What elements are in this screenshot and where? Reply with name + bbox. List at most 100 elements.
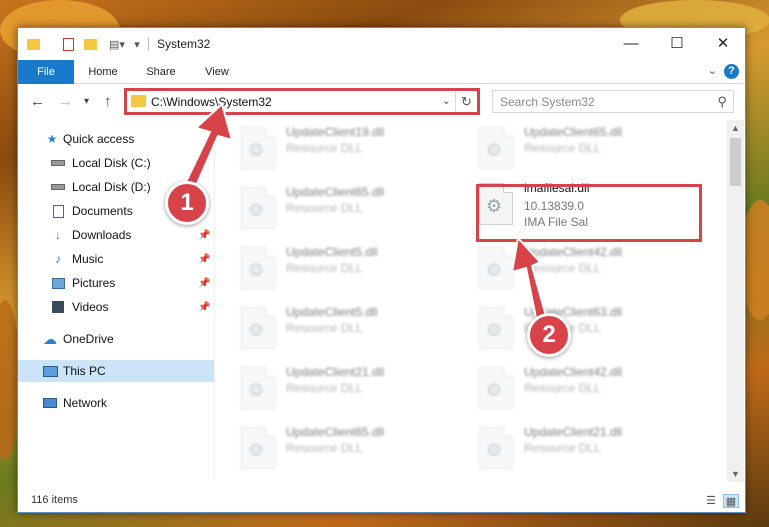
file-name: UpdateClient5.dll: [286, 305, 378, 319]
dll-file-icon: ⚙: [241, 127, 275, 169]
sidebar-item-music[interactable]: ♪ Music 📌: [18, 248, 214, 270]
dll-file-icon: ⚙: [241, 307, 275, 349]
file-name: UpdateClient21.dll: [286, 365, 385, 379]
sidebar-item-videos[interactable]: Videos 📌: [18, 296, 214, 318]
sidebar-item-label: Local Disk (D:): [72, 180, 151, 194]
tab-share[interactable]: Share: [138, 60, 184, 84]
dll-file-icon: ⚙: [479, 427, 513, 469]
ribbon-tabs: File Home Share View ⌄ ?: [18, 60, 745, 84]
file-name: UpdateClient65.dll: [286, 185, 385, 199]
pin-icon[interactable]: 📌: [198, 302, 210, 313]
sidebar-item-label: Documents: [72, 204, 133, 218]
details-view-icon[interactable]: ☰: [703, 494, 719, 508]
file-item[interactable]: ⚙ UpdateClient42.dll Resource DLL: [453, 239, 673, 297]
recent-locations-icon[interactable]: ▾: [84, 96, 89, 107]
sidebar-item-local-disk-c[interactable]: Local Disk (C:): [18, 152, 214, 174]
dll-file-icon: ⚙: [479, 307, 513, 349]
sidebar-item-label: OneDrive: [63, 332, 114, 346]
sidebar-item-network[interactable]: Network: [18, 392, 214, 414]
sidebar-item-pictures[interactable]: Pictures 📌: [18, 272, 214, 294]
sidebar-item-label: This PC: [63, 364, 106, 378]
sidebar-item-label: Pictures: [72, 276, 116, 290]
file-item[interactable]: ⚙ UpdateClient65.dll Resource DLL: [453, 120, 673, 177]
minimize-button[interactable]: —: [608, 28, 654, 58]
file-description: Resource DLL: [286, 441, 363, 455]
gear-icon: ⚙: [486, 140, 503, 160]
help-icon[interactable]: ?: [724, 64, 739, 79]
file-name: UpdateClient65.dll: [286, 425, 385, 439]
gear-icon: ⚙: [486, 380, 503, 400]
folder-icon: [26, 36, 40, 52]
gear-icon: ⚙: [248, 200, 265, 220]
address-row: ← → ▾ ↑ C:\Windows\System32 ⌄ ↻ Search S…: [18, 85, 745, 119]
pin-icon[interactable]: 📌: [198, 254, 210, 265]
sidebar-item-downloads[interactable]: ↓ Downloads 📌: [18, 224, 214, 246]
sidebar-item-this-pc[interactable]: This PC: [18, 360, 214, 382]
maximize-button[interactable]: ☐: [654, 28, 700, 58]
pin-icon[interactable]: 📌: [198, 230, 210, 241]
forward-arrow-icon[interactable]: →: [58, 93, 73, 110]
scroll-thumb[interactable]: [730, 138, 741, 186]
file-description: Resource DLL: [286, 261, 363, 275]
back-arrow-icon[interactable]: ←: [30, 93, 45, 110]
pin-icon[interactable]: 📌: [198, 278, 210, 289]
sidebar-item-label: Quick access: [63, 132, 135, 146]
qa-dropdown-icon[interactable]: ▾: [131, 36, 143, 52]
properties-icon[interactable]: [60, 36, 76, 52]
sidebar-item-label: Videos: [72, 300, 109, 314]
sidebar-item-label: Downloads: [72, 228, 132, 242]
file-item[interactable]: ⚙ UpdateClient5.dll Resource DLL: [215, 299, 435, 357]
gear-icon: ⚙: [486, 320, 503, 340]
file-description: Resource DLL: [524, 381, 601, 395]
file-item[interactable]: ⚙ UpdateClient19.dll Resource DLL: [215, 120, 435, 177]
customize-qa-icon[interactable]: ▤▾: [104, 36, 130, 52]
star-icon: ★: [46, 132, 58, 146]
network-icon: [42, 396, 58, 410]
expand-ribbon-icon[interactable]: ⌄: [708, 64, 717, 77]
dll-file-icon: ⚙: [479, 127, 513, 169]
dll-file-icon: ⚙: [241, 367, 275, 409]
file-item[interactable]: ⚙ UpdateClient42.dll Resource DLL: [453, 359, 673, 417]
title-bar: ▤▾ ▾ System32 — ☐ ✕: [18, 28, 745, 60]
file-description: Resource DLL: [524, 141, 601, 155]
file-description: Resource DLL: [524, 261, 601, 275]
scroll-up-icon[interactable]: ▲: [727, 120, 744, 136]
new-folder-icon[interactable]: [82, 36, 98, 52]
sidebar-item-onedrive[interactable]: ☁ OneDrive: [18, 328, 214, 350]
close-button[interactable]: ✕: [700, 28, 746, 58]
search-input[interactable]: Search System32 ⚲: [492, 90, 734, 113]
gear-icon: ⚙: [486, 440, 503, 460]
vertical-scrollbar[interactable]: ▲ ▼: [727, 120, 744, 482]
dll-file-icon: ⚙: [241, 247, 275, 289]
sidebar-item-label: Music: [72, 252, 104, 266]
dll-file-icon: ⚙: [479, 367, 513, 409]
file-item[interactable]: ⚙ UpdateClient65.dll Resource DLL: [215, 419, 435, 477]
search-icon: ⚲: [717, 94, 727, 109]
tab-home[interactable]: Home: [78, 60, 128, 84]
pictures-icon: [50, 276, 66, 290]
videos-icon: [50, 300, 66, 314]
gear-icon: ⚙: [486, 260, 503, 280]
status-bar: 116 items ☰ ▦: [18, 490, 745, 512]
tiles-view-icon[interactable]: ▦: [723, 494, 739, 508]
scroll-down-icon[interactable]: ▼: [727, 466, 744, 482]
sidebar-item-label: Network: [63, 396, 108, 410]
file-item[interactable]: ⚙ UpdateClient5.dll Resource DLL: [215, 239, 435, 297]
tab-view[interactable]: View: [194, 60, 240, 84]
cloud-icon: ☁: [43, 330, 57, 347]
file-list: ⚙ UpdateClient19.dll Resource DLL ⚙ Upda…: [215, 120, 729, 480]
file-item[interactable]: ⚙ UpdateClient21.dll Resource DLL: [215, 359, 435, 417]
file-item[interactable]: ⚙ UpdateClient21.dll Resource DLL: [453, 419, 673, 477]
gear-icon: ⚙: [248, 320, 265, 340]
file-item[interactable]: ⚙ UpdateClient65.dll Resource DLL: [215, 179, 435, 237]
up-arrow-icon[interactable]: ↑: [104, 93, 112, 110]
file-name: UpdateClient42.dll: [524, 365, 623, 379]
file-description: Resource DLL: [524, 441, 601, 455]
sidebar-item-label: Local Disk (C:): [72, 156, 151, 170]
gear-icon: ⚙: [248, 380, 265, 400]
tab-file[interactable]: File: [18, 60, 74, 84]
dll-file-icon: ⚙: [479, 247, 513, 289]
file-name: UpdateClient19.dll: [286, 125, 385, 139]
search-placeholder: Search System32: [500, 95, 595, 109]
sidebar-item-quick-access[interactable]: ★ Quick access: [18, 128, 214, 150]
